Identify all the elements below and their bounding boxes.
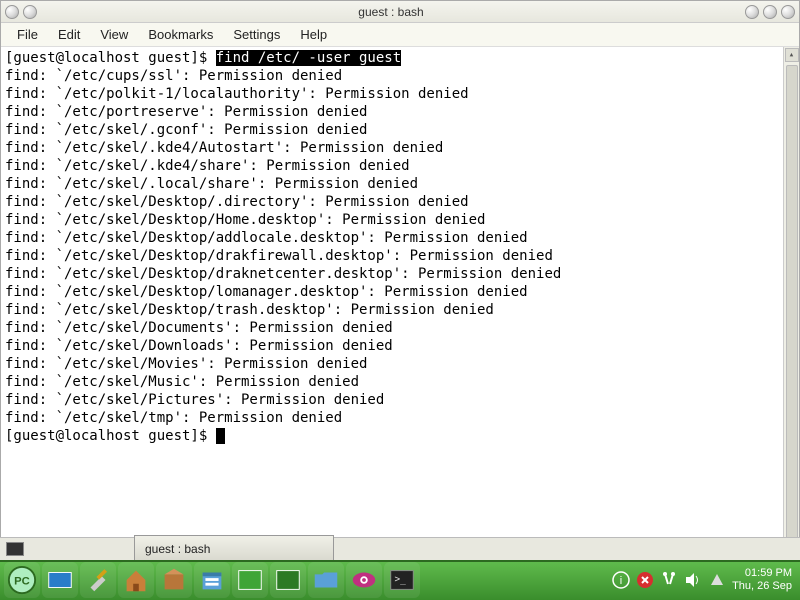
task-button-terminal[interactable]: guest : bash [134, 535, 334, 563]
window-list-bar: guest : bash [0, 537, 800, 560]
close-icon[interactable] [781, 5, 795, 19]
scroll-up-icon[interactable]: ▴ [785, 48, 799, 62]
output-line: find: `/etc/skel/Desktop/.directory': Pe… [5, 193, 795, 211]
clock[interactable]: 01:59 PM Thu, 26 Sep [732, 567, 796, 593]
menu-file[interactable]: File [9, 25, 46, 44]
output-line: find: `/etc/skel/Documents': Permission … [5, 319, 795, 337]
highlighted-command: find /etc/ -user guest [216, 50, 401, 66]
file-manager-icon[interactable] [194, 562, 230, 598]
arrow-up-icon[interactable] [708, 571, 726, 589]
scrollbar[interactable]: ▴ ▾ [783, 47, 799, 559]
desktop-switcher-2-icon[interactable] [270, 562, 306, 598]
info-icon[interactable]: i [612, 571, 630, 589]
menu-settings[interactable]: Settings [225, 25, 288, 44]
show-desktop-icon[interactable] [42, 562, 78, 598]
clock-time: 01:59 PM [732, 567, 792, 580]
output-line: find: `/etc/skel/.local/share': Permissi… [5, 175, 795, 193]
package-manager-icon[interactable] [156, 562, 192, 598]
close-tray-icon[interactable] [636, 571, 654, 589]
output-line: find: `/etc/portreserve': Permission den… [5, 103, 795, 121]
window-title: guest : bash [37, 5, 745, 19]
titlebar[interactable]: guest : bash [1, 1, 799, 23]
svg-text:>_: >_ [395, 574, 407, 585]
menu-view[interactable]: View [92, 25, 136, 44]
desktop-switcher-1-icon[interactable] [232, 562, 268, 598]
cursor-icon [216, 428, 225, 444]
home-folder-icon[interactable] [118, 562, 154, 598]
menu-edit[interactable]: Edit [50, 25, 88, 44]
output-line: find: `/etc/skel/.gconf': Permission den… [5, 121, 795, 139]
output-line: find: `/etc/skel/Pictures': Permission d… [5, 391, 795, 409]
output-line: find: `/etc/skel/Desktop/addlocale.deskt… [5, 229, 795, 247]
output-line: find: `/etc/skel/Movies': Permission den… [5, 355, 795, 373]
clock-date: Thu, 26 Sep [732, 580, 792, 593]
dock: PC >_ [0, 560, 420, 600]
terminal-window: guest : bash File Edit View Bookmarks Se… [0, 0, 800, 560]
window-menu-icon[interactable] [5, 5, 19, 19]
eye-icon[interactable] [346, 562, 382, 598]
prompt: [guest@localhost guest]$ [5, 50, 216, 66]
output-line: find: `/etc/skel/Desktop/lomanager.deskt… [5, 283, 795, 301]
window-list-icon[interactable] [6, 542, 24, 556]
prompt: [guest@localhost guest]$ [5, 428, 216, 444]
output-line: find: `/etc/skel/.kde4/share': Permissio… [5, 157, 795, 175]
output-line: find: `/etc/skel/Music': Permission deni… [5, 373, 795, 391]
output-line: find: `/etc/skel/Desktop/drakfirewall.de… [5, 247, 795, 265]
terminal-output[interactable]: [guest@localhost guest]$ find /etc/ -use… [1, 47, 799, 559]
menu-bookmarks[interactable]: Bookmarks [140, 25, 221, 44]
output-line: find: `/etc/skel/Desktop/draknetcenter.d… [5, 265, 795, 283]
settings-icon[interactable] [80, 562, 116, 598]
system-tray: i 01:59 PM Thu, 26 Sep [612, 560, 796, 600]
output-line: find: `/etc/skel/Downloads': Permission … [5, 337, 795, 355]
clipboard-icon[interactable] [660, 571, 678, 589]
start-menu-icon[interactable]: PC [4, 562, 40, 598]
svg-text:i: i [620, 575, 622, 587]
maximize-icon[interactable] [763, 5, 777, 19]
menubar: File Edit View Bookmarks Settings Help [1, 23, 799, 47]
svg-text:PC: PC [14, 576, 30, 588]
output-line: find: `/etc/skel/tmp': Permission denied [5, 409, 795, 427]
menu-help[interactable]: Help [292, 25, 335, 44]
scroll-thumb[interactable] [786, 65, 798, 541]
task-button-label: guest : bash [145, 542, 210, 556]
output-line: find: `/etc/polkit-1/localauthority': Pe… [5, 85, 795, 103]
folder-icon[interactable] [308, 562, 344, 598]
output-line: find: `/etc/skel/.kde4/Autostart': Permi… [5, 139, 795, 157]
window-sticky-icon[interactable] [23, 5, 37, 19]
minimize-icon[interactable] [745, 5, 759, 19]
volume-icon[interactable] [684, 571, 702, 589]
output-line: find: `/etc/skel/Desktop/Home.desktop': … [5, 211, 795, 229]
terminal-launcher-icon[interactable]: >_ [384, 562, 420, 598]
output-line: find: `/etc/cups/ssl': Permission denied [5, 67, 795, 85]
taskbar: PC >_ i [0, 560, 800, 600]
output-line: find: `/etc/skel/Desktop/trash.desktop':… [5, 301, 795, 319]
